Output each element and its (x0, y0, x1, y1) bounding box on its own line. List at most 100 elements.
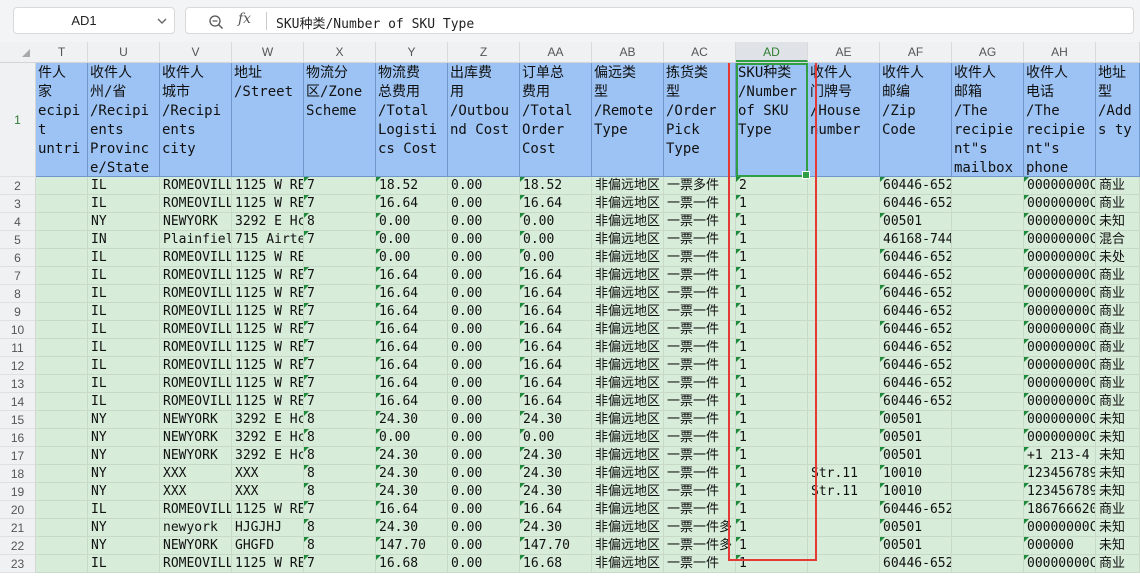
header-cell-v[interactable]: 收件人 城市/Recipi ents city (160, 63, 232, 177)
table-cell[interactable]: ROMEOVILL (160, 321, 232, 339)
table-cell[interactable]: 商业 (1096, 303, 1140, 321)
row-header-21[interactable]: 21 (0, 519, 36, 537)
table-cell[interactable]: 00000000C (1024, 267, 1096, 285)
table-cell[interactable]: 未知 (1096, 447, 1140, 465)
header-cell-ab[interactable]: 偏远类型/Remote Type (592, 63, 664, 177)
table-cell[interactable]: 7 (304, 501, 376, 519)
table-cell[interactable]: 一票一件多 (664, 537, 736, 555)
table-cell[interactable] (36, 213, 88, 231)
table-cell[interactable]: 1 (736, 411, 808, 429)
table-cell[interactable]: 60446-652 (880, 285, 952, 303)
header-cell-ah[interactable]: 收件人 电话/The recipie nt"s phone (1024, 63, 1096, 177)
column-header-y[interactable]: Y (376, 42, 448, 62)
header-cell-ae[interactable]: 收件人 门牌号/House number (808, 63, 880, 177)
table-cell[interactable]: ROMEOVILL (160, 267, 232, 285)
table-cell[interactable] (952, 285, 1024, 303)
table-cell[interactable] (808, 195, 880, 213)
table-cell[interactable]: 16.64 (520, 195, 592, 213)
table-cell[interactable] (36, 483, 88, 501)
row-header-14[interactable]: 14 (0, 393, 36, 411)
table-cell[interactable]: 16.64 (376, 303, 448, 321)
table-cell[interactable]: 60446-652 (880, 357, 952, 375)
table-cell[interactable]: 0.00 (448, 357, 520, 375)
table-cell[interactable]: 00000000C (1024, 303, 1096, 321)
table-cell[interactable] (36, 447, 88, 465)
table-cell[interactable]: 00000000C (1024, 375, 1096, 393)
header-cell-partial[interactable]: 地址型/Add s ty (1096, 63, 1140, 177)
table-cell[interactable]: ROMEOVILL (160, 357, 232, 375)
table-cell[interactable]: 00501 (880, 537, 952, 555)
table-cell[interactable]: 8 (304, 519, 376, 537)
table-cell[interactable]: 未知 (1096, 213, 1140, 231)
table-cell[interactable]: 0.00 (520, 231, 592, 249)
table-cell[interactable]: 非偏远地区 (592, 357, 664, 375)
table-cell[interactable]: 16.64 (376, 321, 448, 339)
table-cell[interactable]: 7 (304, 177, 376, 195)
row-header-19[interactable]: 19 (0, 483, 36, 501)
table-cell[interactable]: 商业 (1096, 195, 1140, 213)
row-header-8[interactable]: 8 (0, 285, 36, 303)
table-cell[interactable]: 非偏远地区 (592, 267, 664, 285)
table-cell[interactable]: 1 (736, 267, 808, 285)
formula-input[interactable]: fx SKU种类/Number of SKU Type (185, 7, 1134, 34)
row-header-16[interactable]: 16 (0, 429, 36, 447)
table-cell[interactable]: 一票一件 (664, 249, 736, 267)
table-cell[interactable]: XXX (160, 483, 232, 501)
table-cell[interactable]: 1125 W RE (232, 555, 304, 573)
table-cell[interactable]: ROMEOVILL (160, 555, 232, 573)
table-cell[interactable]: 0.00 (448, 177, 520, 195)
table-cell[interactable]: 24.30 (376, 411, 448, 429)
table-cell[interactable]: 非偏远地区 (592, 231, 664, 249)
row-header-1[interactable]: 1 (0, 63, 36, 177)
table-cell[interactable]: 18.52 (520, 177, 592, 195)
table-cell[interactable]: 未知 (1096, 537, 1140, 555)
table-cell[interactable] (36, 321, 88, 339)
table-cell[interactable]: 16.64 (376, 267, 448, 285)
table-cell[interactable]: 0.00 (448, 447, 520, 465)
table-cell[interactable]: 非偏远地区 (592, 375, 664, 393)
table-cell[interactable] (952, 231, 1024, 249)
table-cell[interactable]: 商业 (1096, 501, 1140, 519)
table-cell[interactable] (808, 447, 880, 465)
table-cell[interactable]: 0.00 (448, 483, 520, 501)
table-cell[interactable]: 一票一件 (664, 285, 736, 303)
table-cell[interactable]: 1125 W RE (232, 339, 304, 357)
table-cell[interactable]: NEWYORK (160, 537, 232, 555)
table-cell[interactable]: 1 (736, 303, 808, 321)
table-cell[interactable]: IL (88, 177, 160, 195)
table-cell[interactable]: 7 (304, 285, 376, 303)
table-cell[interactable]: 16.64 (520, 267, 592, 285)
row-header-23[interactable]: 23 (0, 555, 36, 573)
table-cell[interactable]: 0.00 (448, 303, 520, 321)
table-cell[interactable]: 00000000C (1024, 285, 1096, 303)
table-cell[interactable]: 00000000C (1024, 339, 1096, 357)
table-cell[interactable]: HJGJHJ (232, 519, 304, 537)
table-cell[interactable] (36, 465, 88, 483)
table-cell[interactable]: 一票一件多 (664, 519, 736, 537)
row-header-11[interactable]: 11 (0, 339, 36, 357)
table-cell[interactable] (36, 555, 88, 573)
table-cell[interactable]: 16.64 (376, 375, 448, 393)
table-cell[interactable] (36, 285, 88, 303)
table-cell[interactable]: 16.64 (376, 339, 448, 357)
table-cell[interactable]: NY (88, 447, 160, 465)
table-cell[interactable] (808, 321, 880, 339)
table-cell[interactable]: 1 (736, 357, 808, 375)
row-header-7[interactable]: 7 (0, 267, 36, 285)
table-cell[interactable]: 8 (304, 411, 376, 429)
table-cell[interactable]: 1 (736, 555, 808, 573)
table-cell[interactable]: 一票一件 (664, 195, 736, 213)
table-cell[interactable] (808, 213, 880, 231)
column-header-ae[interactable]: AE (808, 42, 880, 62)
table-cell[interactable]: 60446-652 (880, 267, 952, 285)
table-cell[interactable]: 0.00 (376, 213, 448, 231)
table-cell[interactable]: 非偏远地区 (592, 321, 664, 339)
table-cell[interactable]: 60446-652 (880, 501, 952, 519)
table-cell[interactable]: 7 (304, 231, 376, 249)
table-cell[interactable]: 00000000C (1024, 231, 1096, 249)
table-cell[interactable]: 一票一件 (664, 267, 736, 285)
table-cell[interactable]: 00000000C (1024, 357, 1096, 375)
table-cell[interactable]: 未知 (1096, 519, 1140, 537)
table-cell[interactable]: 16.68 (376, 555, 448, 573)
table-cell[interactable]: 未知 (1096, 411, 1140, 429)
